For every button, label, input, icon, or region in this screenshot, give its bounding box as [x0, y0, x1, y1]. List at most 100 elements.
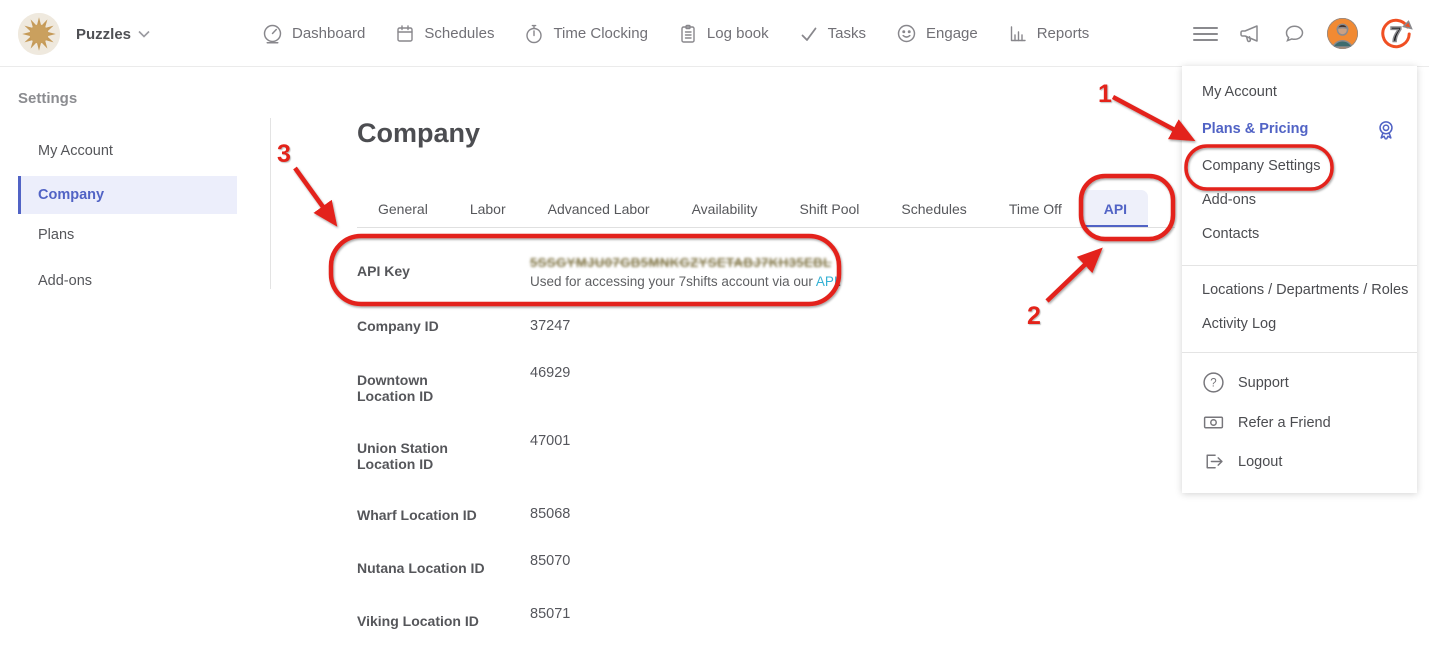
topbar-icons: 7	[1193, 0, 1413, 67]
tab-general[interactable]: General	[357, 190, 449, 228]
tab-labor[interactable]: Labor	[449, 190, 527, 228]
field-row-api-key: API Key 5SSGYMJU07GB5MNKGZYSETABJ7KH35EB…	[357, 255, 841, 289]
nav-item-tasks[interactable]: Tasks	[799, 24, 866, 44]
description-text: Used for accessing your 7shifts account …	[530, 274, 816, 289]
menu-item-contacts[interactable]: Contacts	[1202, 226, 1259, 242]
field-label: Company ID	[357, 318, 439, 334]
annotation-step-2: 2	[1027, 302, 1041, 330]
bar-chart-icon	[1010, 25, 1026, 41]
checkmark-icon	[801, 27, 817, 41]
page-title: Company	[357, 118, 481, 148]
tab-availability[interactable]: Availability	[671, 190, 779, 228]
sidebar-item-add-ons[interactable]: Add-ons	[18, 264, 237, 298]
tab-advanced-labor[interactable]: Advanced Labor	[527, 190, 671, 228]
menu-item-add-ons[interactable]: Add-ons	[1202, 192, 1256, 208]
nav-item-engage[interactable]: Engage	[896, 23, 978, 44]
company-switcher[interactable]: Puzzles	[18, 13, 150, 55]
user-avatar[interactable]	[1327, 18, 1358, 49]
field-row-union-station-location-id: Union Station Location ID 47001	[357, 433, 570, 472]
menu-divider	[1182, 352, 1417, 353]
account-dropdown-menu: My Account Plans & Pricing Company Setti…	[1182, 66, 1417, 493]
nav-item-log-book[interactable]: Log book	[678, 24, 769, 44]
api-link[interactable]: API	[816, 274, 838, 289]
svg-text:?: ?	[1210, 378, 1216, 390]
smiley-icon	[897, 24, 916, 43]
tabs-underline	[357, 227, 1175, 228]
menu-item-company-settings[interactable]: Company Settings	[1202, 158, 1320, 174]
field-row-nutana-location-id: Nutana Location ID 85070	[357, 553, 570, 576]
main-nav: Dashboard Schedules Time Clocking Log bo…	[262, 0, 1089, 67]
field-value: 37247	[530, 318, 571, 334]
page: Puzzles Dashboard Schedules Time Clockin…	[0, 0, 1429, 655]
tab-shift-pool[interactable]: Shift Pool	[778, 190, 880, 228]
chat-bubble-icon[interactable]	[1283, 23, 1306, 45]
nav-label: Tasks	[827, 25, 866, 42]
tab-api[interactable]: API	[1082, 190, 1149, 228]
company-name: Puzzles	[76, 25, 132, 43]
sidebar-item-company[interactable]: Company	[18, 176, 237, 214]
hamburger-menu-icon[interactable]	[1193, 24, 1218, 44]
nav-item-dashboard[interactable]: Dashboard	[262, 23, 365, 44]
description-text: .	[837, 274, 842, 289]
sidebar-divider	[270, 118, 271, 289]
annotation-arrow-1	[1111, 95, 1196, 142]
field-value: 47001	[530, 433, 571, 449]
menu-divider	[1182, 265, 1417, 266]
menu-item-locations-departments-roles[interactable]: Locations / Departments / Roles	[1202, 282, 1408, 298]
menu-item-my-account[interactable]: My Account	[1202, 84, 1277, 100]
nav-label: Time Clocking	[553, 25, 648, 42]
menu-label: Refer a Friend	[1238, 414, 1331, 431]
company-tabs: General Labor Advanced Labor Availabilit…	[357, 187, 1149, 228]
annotation-step-3: 3	[277, 140, 291, 168]
nav-label: Engage	[926, 25, 978, 42]
nav-item-schedules[interactable]: Schedules	[395, 24, 494, 44]
calendar-icon	[397, 24, 414, 42]
field-value: 46929	[530, 365, 571, 381]
award-badge-icon	[1375, 119, 1397, 146]
stopwatch-icon	[526, 24, 543, 43]
nav-item-reports[interactable]: Reports	[1008, 24, 1090, 44]
nav-label: Dashboard	[292, 25, 366, 42]
menu-item-activity-log[interactable]: Activity Log	[1202, 316, 1276, 332]
logout-icon	[1206, 454, 1223, 469]
field-label: Viking Location ID	[357, 613, 479, 629]
settings-heading: Settings	[18, 90, 78, 107]
top-nav-bar: Puzzles Dashboard Schedules Time Clockin…	[0, 0, 1429, 67]
menu-label: Support	[1238, 374, 1289, 391]
menu-item-logout[interactable]: Logout	[1202, 450, 1282, 473]
menu-label: Logout	[1238, 453, 1283, 470]
nav-item-time-clocking[interactable]: Time Clocking	[524, 24, 648, 44]
menu-item-refer-a-friend[interactable]: Refer a Friend	[1202, 411, 1331, 434]
svg-text:7: 7	[1390, 23, 1402, 46]
sidebar-item-my-account[interactable]: My Account	[18, 134, 237, 168]
money-bill-icon	[1203, 416, 1224, 429]
api-key-description: Used for accessing your 7shifts account …	[530, 274, 841, 289]
annotation-arrow-3	[293, 166, 338, 227]
field-value: 85070	[530, 553, 571, 569]
7shifts-logo[interactable]: 7	[1379, 17, 1413, 51]
nav-label: Log book	[706, 25, 769, 42]
tab-time-off[interactable]: Time Off	[988, 190, 1083, 228]
megaphone-icon[interactable]	[1239, 23, 1262, 44]
field-label: Nutana Location ID	[357, 560, 485, 576]
nav-label: Schedules	[424, 25, 495, 42]
sidebar-item-plans[interactable]: Plans	[18, 218, 237, 252]
field-row-company-id: Company ID 37247	[357, 318, 570, 334]
annotation-arrow-2	[1045, 247, 1103, 303]
menu-item-support[interactable]: ? Support	[1202, 371, 1289, 394]
dashboard-gauge-icon	[263, 24, 282, 44]
puzzles-logo	[18, 13, 60, 55]
field-row-downtown-location-id: Downtown Location ID 46929	[357, 365, 570, 404]
field-label: Downtown Location ID	[357, 372, 434, 404]
annotation-step-1: 1	[1098, 80, 1112, 108]
api-key-value-obscured: 5SSGYMJU07GB5MNKGZYSETABJ7KH35EBL	[530, 255, 832, 270]
tab-schedules[interactable]: Schedules	[880, 190, 987, 228]
field-label: Union Station Location ID	[357, 440, 448, 472]
field-row-viking-location-id: Viking Location ID 85071	[357, 606, 570, 629]
chevron-down-icon	[138, 30, 150, 38]
nav-label: Reports	[1036, 25, 1090, 42]
field-label: API Key	[357, 263, 410, 279]
help-icon: ?	[1203, 372, 1224, 393]
field-label: Wharf Location ID	[357, 507, 477, 523]
menu-item-plans-pricing[interactable]: Plans & Pricing	[1202, 121, 1308, 137]
